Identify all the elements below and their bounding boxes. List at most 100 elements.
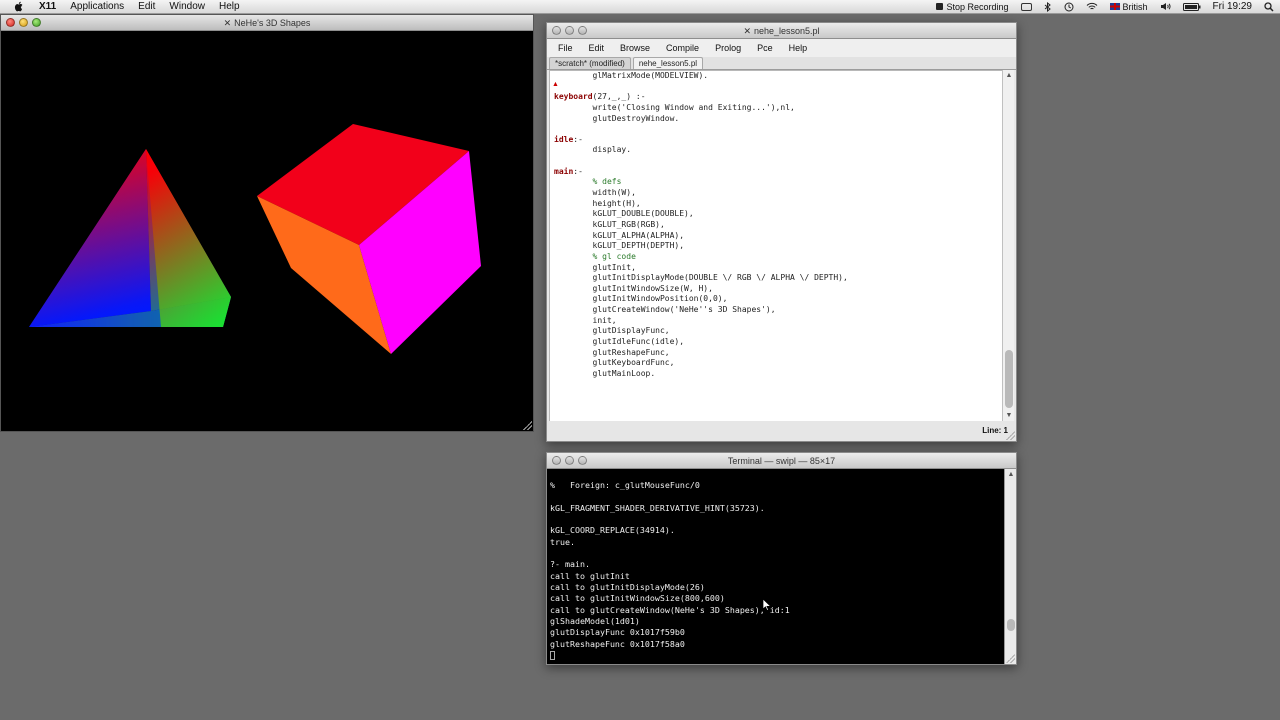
- menu-help[interactable]: Help: [212, 0, 247, 14]
- editor-menu-browse[interactable]: Browse: [612, 43, 658, 53]
- terminal-window: Terminal — swipl — 85×17 % Foreign: c_gl…: [546, 452, 1017, 665]
- code-line: write('Closing Window and Exiting...'),n…: [554, 103, 848, 114]
- code-text-segment: kGLUT_DOUBLE(DOUBLE),: [592, 209, 694, 219]
- menubar-clock[interactable]: Fri 19:29: [1207, 0, 1258, 14]
- terminal-line: kGL_FRAGMENT_SHADER_DERIVATIVE_HINT(3572…: [550, 502, 765, 513]
- editor-menu-help[interactable]: Help: [781, 43, 816, 53]
- apple-icon[interactable]: [12, 0, 26, 14]
- scroll-thumb[interactable]: [1007, 619, 1015, 631]
- close-button[interactable]: [6, 18, 15, 27]
- code-text-segment: (27,_,_) :-: [592, 92, 646, 102]
- code-line: glutMainLoop.: [554, 369, 848, 380]
- bluetooth-icon[interactable]: [1038, 1, 1058, 12]
- resize-grip-icon[interactable]: [523, 421, 532, 430]
- minimize-button[interactable]: [565, 456, 574, 465]
- menu-app-x11[interactable]: X11: [32, 0, 63, 14]
- code-text-segment: width(W),: [592, 188, 636, 198]
- screen-mirror-icon[interactable]: [1015, 2, 1038, 11]
- code-line: % defs: [554, 177, 848, 188]
- menu-edit[interactable]: Edit: [131, 0, 162, 14]
- gl-window-title: NeHe's 3D Shapes: [234, 18, 311, 28]
- predicate-head: idle: [554, 134, 574, 144]
- predicate-head: keyboard: [554, 92, 593, 102]
- code-editor[interactable]: ▲ glMatrixMode(MODELVIEW). keyboard(27,_,…: [549, 70, 1004, 422]
- terminal-line: glutDisplayFunc 0x1017f59b0: [550, 627, 685, 638]
- code-text-segment: glutInitWindowSize(W, H),: [592, 283, 713, 293]
- scroll-up-arrow-icon[interactable]: ▲: [1004, 71, 1014, 81]
- terminal-title: Terminal — swipl — 85×17: [727, 456, 836, 466]
- x11-icon: ✕: [743, 26, 751, 36]
- code-text-segment: kGLUT_DEPTH(DEPTH),: [592, 241, 685, 251]
- code-comment: % defs: [592, 177, 622, 187]
- close-button[interactable]: [552, 456, 561, 465]
- editor-window: ✕ nehe_lesson5.pl File Edit Browse Compil…: [546, 22, 1017, 442]
- code-text-segment: glMatrixMode(MODELVIEW).: [592, 71, 709, 80]
- editor-menu-file[interactable]: File: [550, 43, 581, 53]
- mouse-pointer-icon: [763, 599, 771, 611]
- code-line: glutDestroyWindow.: [554, 114, 848, 125]
- x11-icon: ✕: [223, 18, 232, 28]
- code-text-segment: glutDestroyWindow.: [592, 113, 680, 123]
- minimize-button[interactable]: [19, 18, 28, 27]
- terminal-scrollbar[interactable]: ▲: [1004, 469, 1016, 664]
- time-machine-icon[interactable]: [1058, 2, 1080, 12]
- editor-titlebar[interactable]: ✕ nehe_lesson5.pl: [547, 23, 1016, 39]
- editor-menu-prolog[interactable]: Prolog: [707, 43, 749, 53]
- code-text-segment: glutDisplayFunc,: [592, 326, 670, 336]
- editor-menu-pce[interactable]: Pce: [749, 43, 781, 53]
- editor-menu-bar: File Edit Browse Compile Prolog Pce Help: [547, 39, 1016, 57]
- terminal-line: true.: [550, 536, 575, 547]
- close-button[interactable]: [552, 26, 561, 35]
- terminal-line: % Foreign: c_glutMouseFunc/0: [550, 480, 700, 490]
- stop-recording-item[interactable]: Stop Recording: [930, 0, 1014, 14]
- scroll-up-arrow-icon[interactable]: ▲: [1006, 470, 1016, 480]
- editor-tab-bar: *scratch* (modified) nehe_lesson5.pl: [547, 57, 1016, 70]
- stop-icon: [936, 3, 944, 10]
- resize-grip-icon[interactable]: [1006, 431, 1015, 440]
- battery-icon[interactable]: [1177, 2, 1207, 11]
- code-text-segment: glutIdleFunc(idle),: [592, 337, 685, 347]
- menu-applications[interactable]: Applications: [63, 0, 131, 14]
- code-line: glutInitWindowSize(W, H),: [554, 284, 848, 295]
- terminal-titlebar[interactable]: Terminal — swipl — 85×17: [547, 453, 1016, 469]
- code-text-segment: :-: [573, 166, 583, 176]
- terminal-line: glShadeModel(1d01): [550, 616, 640, 627]
- spotlight-search-icon[interactable]: [1258, 1, 1280, 12]
- editor-menu-edit[interactable]: Edit: [581, 43, 613, 53]
- terminal-output[interactable]: % Foreign: c_glutMouseFunc/0 kGL_FRAGMEN…: [547, 469, 1004, 664]
- code-text-segment: glutKeyboardFunc,: [592, 358, 675, 368]
- zoom-button[interactable]: [32, 18, 41, 27]
- terminal-line: glutReshapeFunc 0x1017f58a0: [550, 638, 685, 649]
- minimize-button[interactable]: [565, 26, 574, 35]
- code-line: glutKeyboardFunc,: [554, 358, 848, 369]
- tab-scratch[interactable]: *scratch* (modified): [549, 57, 631, 69]
- scroll-down-arrow-icon[interactable]: ▼: [1004, 411, 1014, 421]
- tab-nehe-lesson5[interactable]: nehe_lesson5.pl: [632, 57, 704, 69]
- scroll-thumb[interactable]: [1005, 350, 1013, 408]
- input-source-item[interactable]: British: [1104, 0, 1154, 14]
- zoom-button[interactable]: [578, 26, 587, 35]
- editor-menu-compile[interactable]: Compile: [658, 43, 707, 53]
- line-label: Line:: [982, 426, 1002, 435]
- gl-window-titlebar[interactable]: ✕ NeHe's 3D Shapes: [1, 15, 533, 31]
- menu-window[interactable]: Window: [162, 0, 212, 14]
- code-line: glutCreateWindow('NeHe''s 3D Shapes'),: [554, 305, 848, 316]
- code-line: height(H),: [554, 199, 848, 210]
- code-line: glMatrixMode(MODELVIEW).: [554, 71, 848, 82]
- editor-scrollbar[interactable]: ▲ ▼: [1002, 70, 1014, 422]
- stop-recording-label: Stop Recording: [946, 1, 1009, 12]
- menu-bar: X11 Applications Edit Window Help Stop R…: [0, 0, 1280, 14]
- wifi-icon[interactable]: [1080, 2, 1104, 11]
- volume-icon[interactable]: [1154, 2, 1177, 11]
- code-line: main:-: [554, 167, 848, 178]
- code-line: glutInitWindowPosition(0,0),: [554, 294, 848, 305]
- terminal-line: call to glutInitWindowSize(800,600): [550, 593, 725, 604]
- resize-grip-icon[interactable]: [1006, 654, 1015, 663]
- opengl-canvas[interactable]: [1, 31, 533, 431]
- code-text-segment: glutInit,: [592, 262, 636, 272]
- zoom-button[interactable]: [578, 456, 587, 465]
